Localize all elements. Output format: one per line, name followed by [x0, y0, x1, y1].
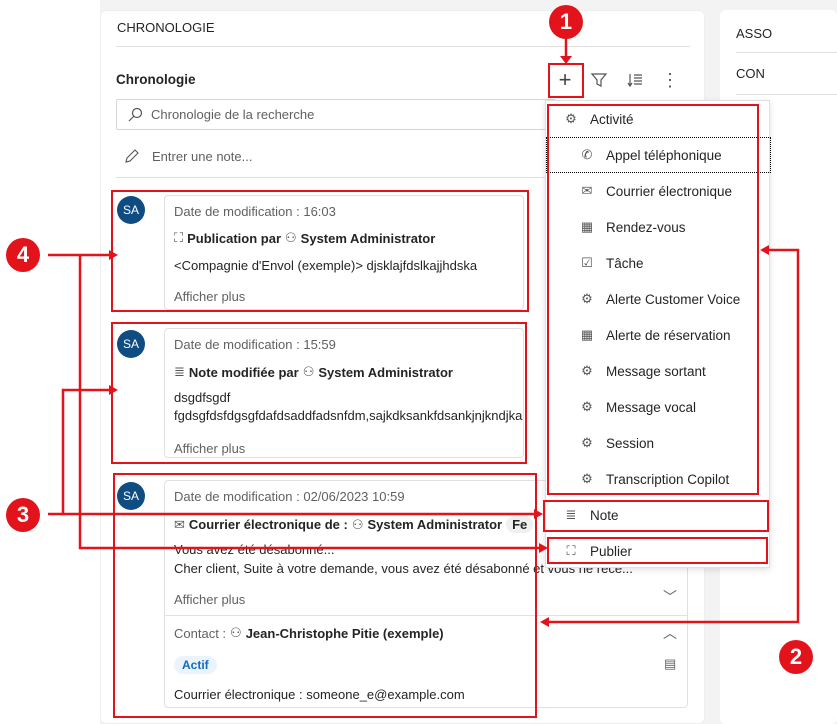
callout-arrows — [48, 38, 800, 627]
callout-badge: 3 — [6, 498, 40, 532]
callout-badge: 1 — [549, 5, 583, 39]
callout-badge: 2 — [779, 640, 813, 674]
callout-badge: 4 — [6, 238, 40, 272]
